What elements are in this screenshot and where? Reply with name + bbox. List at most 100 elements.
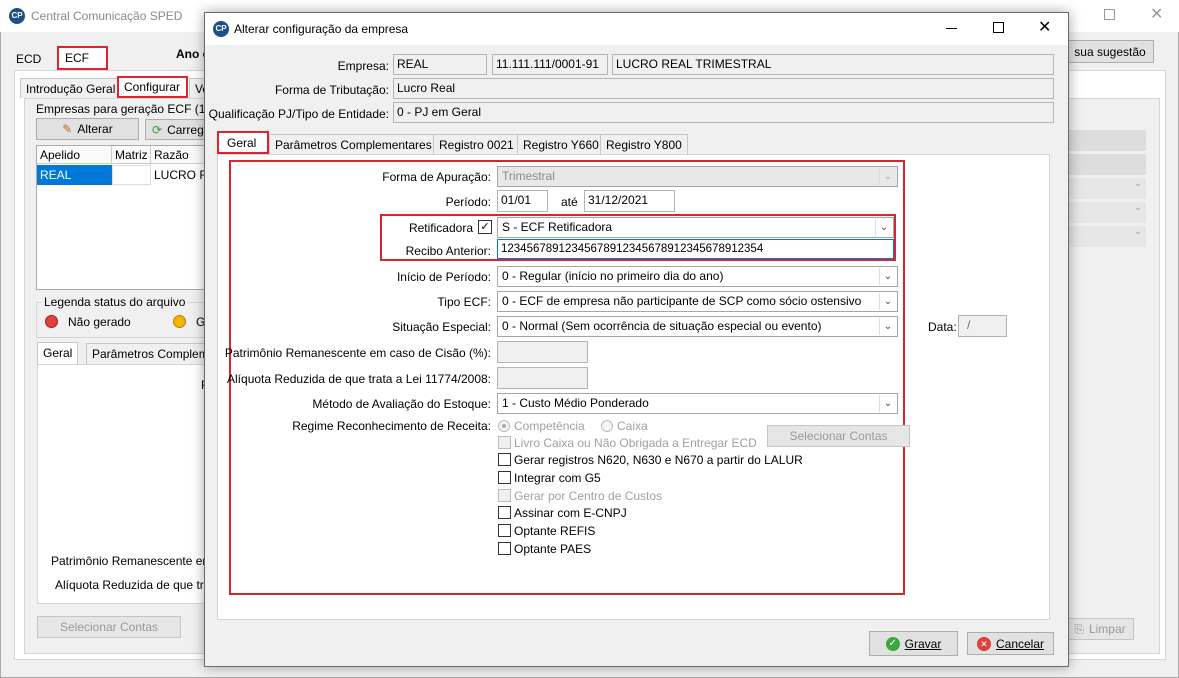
- tab-introducao-geral[interactable]: Introdução Geral: [20, 78, 122, 98]
- optante-refis-label: Optante REFIS: [514, 523, 596, 538]
- cancelar-button[interactable]: ✕ Cancelar: [967, 632, 1054, 655]
- grid-header-apelido[interactable]: Apelido: [37, 146, 112, 164]
- main-maximize-icon[interactable]: [1104, 9, 1115, 20]
- retificadora-checkbox[interactable]: ✓: [478, 220, 492, 234]
- chevron-down-icon: ⌄: [879, 168, 896, 185]
- grid-cell-razao[interactable]: LUCRO RE: [151, 165, 207, 185]
- situacao-select[interactable]: 0 - Normal (Sem ocorrência de situação e…: [497, 316, 898, 337]
- dialog-logo-icon: CP: [213, 21, 229, 37]
- assinar-ecnpj-checkbox[interactable]: Assinar com E-CNPJ: [498, 504, 627, 521]
- alterar-button[interactable]: ✎ Alterar: [36, 118, 139, 140]
- main-close-icon[interactable]: ✕: [1150, 4, 1163, 24]
- bg-right-combo-2: ⌄: [1066, 202, 1146, 223]
- metodo-label: Método de Avaliação do Estoque:: [312, 397, 491, 411]
- retificadora-value: S - ECF Retificadora: [502, 220, 613, 234]
- empresa-nome-field: LUCRO REAL TRIMESTRAL: [612, 54, 1054, 75]
- yellow-status-icon: [173, 315, 186, 328]
- dialog-title: Alterar configuração da empresa: [234, 22, 409, 36]
- empresa-apelido-field: REAL: [393, 54, 487, 75]
- bg-right-bar-2: [1066, 154, 1146, 175]
- assinar-ecnpj-label: Assinar com E-CNPJ: [514, 505, 627, 520]
- aliquota-input[interactable]: [497, 367, 588, 389]
- dialog-tab-registro-y800[interactable]: Registro Y800: [600, 134, 688, 154]
- lower-tab-geral[interactable]: Geral: [37, 342, 79, 364]
- lower-tab-parametros[interactable]: Parâmetros Complem: [86, 343, 206, 364]
- gravar-button[interactable]: ✓ Gravar: [869, 631, 958, 656]
- optante-paes-checkbox[interactable]: Optante PAES: [498, 540, 591, 557]
- recibo-input[interactable]: 1234567891234567891234567891234567891235…: [497, 239, 894, 259]
- grid-header-razao[interactable]: Razão: [151, 146, 207, 164]
- app-logo-icon: CP: [9, 8, 25, 24]
- chevron-down-icon: ⌄: [875, 219, 892, 236]
- periodo-inicio-input[interactable]: 01/01: [497, 190, 548, 212]
- selecionar-contas-button[interactable]: Selecionar Contas: [767, 425, 910, 447]
- main-window-title: Central Comunicação SPED: [31, 9, 183, 23]
- centro-custos-checkbox[interactable]: Gerar por Centro de Custos: [498, 487, 662, 504]
- gerar-registros-checkbox[interactable]: Gerar registros N620, N630 e N670 a part…: [498, 451, 803, 468]
- red-status-icon: [45, 315, 58, 328]
- refresh-icon: ⟳: [152, 122, 163, 137]
- legend-title: Legenda status do arquivo: [42, 295, 188, 309]
- qualificacao-field: 0 - PJ em Geral: [393, 102, 1054, 123]
- bg-right-combo-1: ⌄: [1066, 178, 1146, 199]
- optante-paes-label: Optante PAES: [514, 541, 592, 556]
- integrar-g5-label: Integrar com G5: [514, 470, 601, 485]
- legend-nao-gerado: Não gerado: [68, 315, 131, 329]
- bg-selecionar-contas-button[interactable]: Selecionar Contas: [37, 616, 181, 638]
- patrimonio-input[interactable]: [497, 341, 588, 363]
- integrar-g5-checkbox[interactable]: Integrar com G5: [498, 469, 601, 486]
- tab-configurar[interactable]: Configurar: [117, 76, 188, 98]
- radio-unselected-icon: [601, 420, 613, 432]
- tab-ecd[interactable]: ECD: [16, 52, 41, 66]
- aliquota-label: Alíquota Reduzida de que trata a Lei 117…: [227, 372, 491, 386]
- tipo-ecf-select[interactable]: 0 - ECF de empresa não participante de S…: [497, 291, 898, 312]
- dialog-tab-registro-0021[interactable]: Registro 0021: [433, 134, 520, 154]
- retificadora-label: Retificadora: [408, 221, 473, 235]
- retificadora-select[interactable]: S - ECF Retificadora ⌄: [497, 217, 894, 238]
- alterar-button-label: Alterar: [77, 122, 113, 136]
- check-icon: ✓: [885, 636, 900, 651]
- dialog-maximize-icon[interactable]: [993, 22, 1004, 33]
- bg-right-combo-3: ⌄: [1066, 226, 1146, 247]
- limpar-button[interactable]: ⎘ Limpar: [1066, 618, 1134, 640]
- optante-refis-checkbox[interactable]: Optante REFIS: [498, 522, 595, 539]
- dialog-tab-geral[interactable]: Geral: [217, 131, 269, 154]
- checkbox-box: [498, 436, 511, 449]
- metodo-select[interactable]: 1 - Custo Médio Ponderado ⌄: [497, 393, 898, 414]
- checkbox-box: [498, 524, 511, 537]
- situacao-label: Situação Especial:: [392, 320, 491, 334]
- forma-apuracao-select: Trimestral ⌄: [497, 166, 898, 187]
- gravar-button-label: Gravar: [904, 636, 942, 651]
- periodo-fim-input[interactable]: 31/12/2021: [584, 190, 675, 212]
- inicio-periodo-value: 0 - Regular (início no primeiro dia do a…: [502, 269, 724, 283]
- limpar-icon: ⎘: [1074, 621, 1084, 636]
- dialog-close-icon[interactable]: ✕: [1038, 17, 1051, 37]
- grid-cell-apelido[interactable]: REAL: [37, 165, 112, 185]
- dialog-tab-parametros[interactable]: Parâmetros Complementares: [269, 134, 438, 154]
- data-input[interactable]: /: [958, 315, 1007, 337]
- carregar-button[interactable]: ⟳ Carreg: [145, 119, 207, 140]
- dialog-tab-registro-y660[interactable]: Registro Y660: [517, 134, 605, 154]
- regime-caixa-radio[interactable]: Caixa: [601, 419, 648, 433]
- data-label: Data:: [928, 320, 957, 334]
- cancel-icon: ✕: [976, 636, 991, 651]
- cancelar-button-label: Cancelar: [995, 636, 1045, 651]
- inicio-periodo-select[interactable]: 0 - Regular (início no primeiro dia do a…: [497, 266, 898, 287]
- edit-icon: ✎: [62, 122, 73, 136]
- grid-cell-matriz[interactable]: [112, 165, 151, 185]
- recibo-label: Recibo Anterior:: [405, 244, 491, 258]
- forma-apuracao-label: Forma de Apuração:: [382, 170, 491, 184]
- regime-competencia-label: Competência: [514, 419, 585, 433]
- livro-caixa-label: Livro Caixa ou Não Obrigada a Entregar E…: [514, 435, 757, 450]
- suggestion-button[interactable]: sua sugestão: [1066, 40, 1154, 63]
- grid-header-matriz[interactable]: Matriz: [112, 146, 151, 164]
- tributacao-label: Forma de Tributação:: [274, 83, 389, 97]
- livro-caixa-checkbox[interactable]: Livro Caixa ou Não Obrigada a Entregar E…: [498, 434, 757, 451]
- dialog-minimize-icon[interactable]: [946, 28, 957, 29]
- metodo-value: 1 - Custo Médio Ponderado: [502, 396, 649, 410]
- tab-ecf[interactable]: ECF: [57, 46, 108, 70]
- regime-competencia-radio[interactable]: Competência: [498, 419, 585, 433]
- checkbox-box: [498, 506, 511, 519]
- bg-right-bar-1: [1066, 130, 1146, 151]
- lower-panel: [37, 364, 209, 604]
